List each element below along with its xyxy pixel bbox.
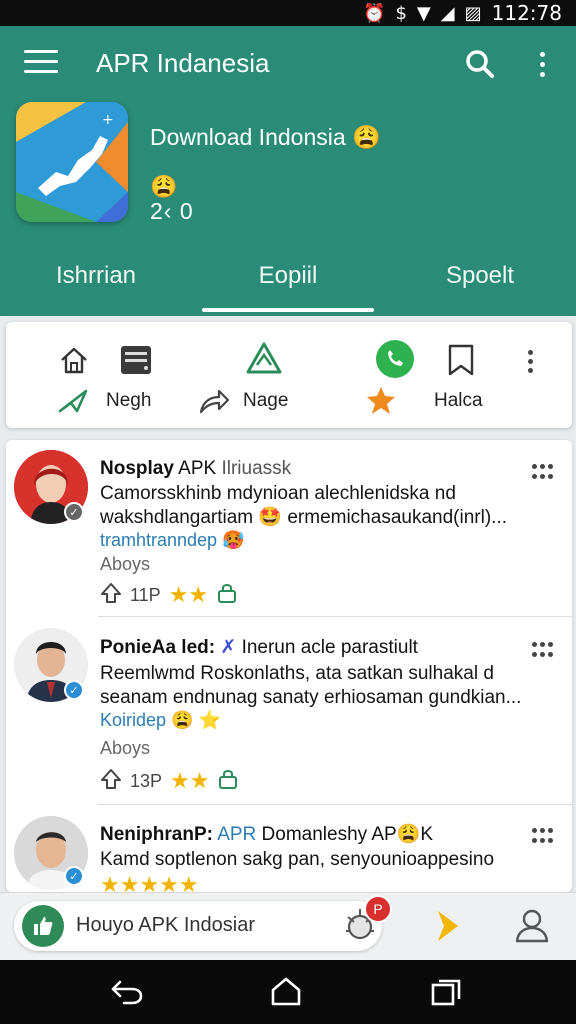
app-header: APR Indanesia + Download Indonsia 😩 😩 2‹… [0,26,576,316]
app-logo: + [16,102,128,222]
toolbar-label-halca[interactable]: Halca [434,390,483,412]
post-header: PonieAa led: ✗ Inerun acle parastiult [100,636,418,659]
whatsapp-icon[interactable] [374,338,416,380]
post-text-line: Reemlwmd Roskonlaths, ata satkan sulhaka… [100,663,494,684]
post-text-line: seanam endnunag sanaty erhiosaman gundki… [100,687,522,708]
system-nav-bar [0,960,576,1024]
verified-badge: ✓ [64,680,84,700]
bookmark-icon[interactable] [444,342,478,378]
list-item[interactable]: ✓ Nosplay APK Ilriuassk Camorsskhinb mdy… [6,440,572,616]
battery-icon: ▨ [464,2,482,24]
home-icon[interactable] [56,342,92,378]
back-icon[interactable] [110,978,146,1008]
post-text-line: wakshdlangartiam 🤩 ermemichasaukand(inrl… [100,507,507,528]
tab-ishrrian[interactable]: Ishrrian [0,246,192,316]
storage-icon[interactable] [118,342,154,378]
divider [98,616,572,617]
wifi-icon: ▼ [416,2,431,24]
post-more-icon[interactable] [532,464,556,480]
tab-bar: Ishrrian Eopiil Spoelt [0,246,576,316]
post-count: 13P [130,770,163,791]
send-icon[interactable] [56,386,90,416]
toolbar-more-icon[interactable] [520,346,540,376]
toolbar-label-nage[interactable]: Nage [243,390,288,412]
post-header: Nosplay APK Ilriuassk [100,458,291,480]
star-icon: ★★ [168,582,209,607]
list-item[interactable]: ✓ NeniphranP: APR Domanleshy AP😩K Kamd s… [6,806,572,892]
tab-spoelt[interactable]: Spoelt [384,246,576,316]
play-icon[interactable] [434,909,464,945]
post-author[interactable]: PonieAa led: [100,637,215,658]
upvote-icon[interactable] [100,768,122,795]
post-text: Reemlwmd Roskonlaths, ata satkan sulhaka… [100,662,540,710]
star-icon[interactable] [364,384,398,416]
menu-icon[interactable] [24,50,58,78]
search-icon[interactable] [462,46,498,82]
post-header: NeniphranP: APR Domanleshy AP😩K [100,822,433,846]
action-toolbar: Negh Nage Halca [6,322,572,428]
compose-bar[interactable]: Houyo APK Indosiar [14,901,382,951]
post-actions: 11P ★★ [100,580,238,610]
post-more-icon[interactable] [532,828,556,844]
star-rating: ★★★★★ [100,872,199,892]
lock-icon[interactable] [216,582,238,609]
post-more-icon[interactable] [532,642,556,658]
post-link[interactable]: Koiridep 😩 ⭐ [100,710,221,731]
recycle-icon[interactable] [244,340,284,378]
feed-list: ✓ Nosplay APK Ilriuassk Camorsskhinb mdy… [6,440,572,892]
status-bar: ⏰ $ ▼ ◢ ▨ 112:78 [0,0,576,26]
alarm-icon: ⏰ [363,2,386,24]
notification-badge: P [364,895,392,923]
post-subtitle: Ilriuassk [221,458,292,479]
thumbs-up-icon[interactable] [22,905,64,947]
sparkle-icon: ✗ [220,637,237,658]
post-meta: Aboys [100,554,151,574]
post-meta: Aboys [100,738,151,758]
post-author[interactable]: NeniphranP: [100,824,213,845]
toolbar-label-negh[interactable]: Negh [106,390,151,412]
post-author[interactable]: Nosplay [100,458,174,479]
post-text: Camorsskhinb mdynioan alechlenidska nd w… [100,482,540,530]
profile-icon[interactable] [514,907,552,945]
dollar-icon: $ [395,2,407,24]
list-item[interactable]: ✓ PonieAa led: ✗ Inerun acle parastiult … [6,618,572,804]
post-tag: APR [217,824,257,845]
status-time: 112:78 [491,1,562,25]
divider [98,804,572,805]
post-count: 11P [130,584,161,605]
post-text-line: Camorsskhinb mdynioan alechlenidska nd [100,483,456,504]
post-tag: APK [178,458,217,479]
post-actions: ★★★★★ [100,870,199,892]
share-icon[interactable] [196,386,232,416]
tab-eopiil[interactable]: Eopiil [192,246,384,316]
lock-icon[interactable] [217,768,239,795]
post-actions: 13P ★★ [100,766,239,796]
upvote-icon[interactable] [100,582,122,609]
post-tag: Inerun acle parastiult [241,637,418,658]
svg-text:+: + [102,112,114,128]
home-nav-icon[interactable] [270,976,304,1008]
bottom-action-bar: Houyo APK Indosiar P [0,892,576,960]
app-stats: 2‹ 0 [150,198,194,224]
overflow-menu-icon[interactable] [530,46,554,82]
post-text-line: Kamd soptlenon sakg pan, senyounioappesi… [100,849,495,870]
compose-text: Houyo APK Indosiar [76,914,255,936]
post-link[interactable]: tramhtranndep 🥵 [100,530,244,551]
app-title: APR Indanesia [96,48,270,78]
post-text: Kamd soptlenon sakg pan, senyounioappesi… [100,848,540,872]
verified-badge: ✓ [64,866,84,886]
star-icon: ★★ [170,768,210,793]
verified-badge: ✓ [64,502,84,522]
app-emoji: 😩 [150,174,178,199]
post-subtitle: Domanleshy AP😩K [261,824,434,845]
recents-icon[interactable] [430,978,464,1008]
signal-icon: ◢ [440,2,455,24]
app-name: Download Indonsia 😩 [150,124,381,150]
